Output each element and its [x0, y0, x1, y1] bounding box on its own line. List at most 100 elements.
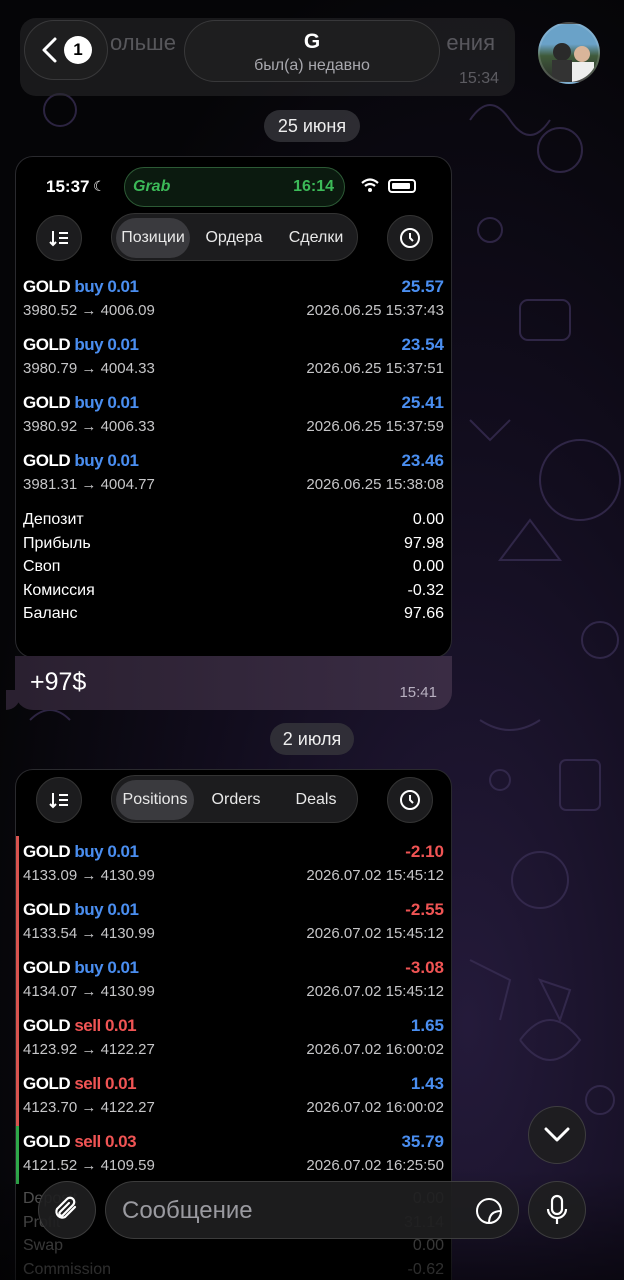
trade-profit: 25.57 [401, 277, 444, 296]
trade-profit: 1.65 [410, 1016, 444, 1035]
tab-orders[interactable]: Ордера [194, 218, 274, 258]
history-clock-icon [400, 790, 420, 810]
tab-positions[interactable]: Positions [116, 780, 194, 820]
summary-row: Депозит 0.00 [16, 509, 451, 533]
trade-row[interactable]: GOLD sell 0.01 1.65 4123.92 → 4122.27 2026.… [16, 1010, 451, 1068]
summary-value: 97.66 [403, 605, 444, 623]
grab-logo: Grab [133, 178, 171, 195]
sticker-icon[interactable] [474, 1196, 504, 1226]
grab-live-activity: Grab 16:14 [124, 167, 345, 207]
history-button[interactable] [387, 215, 433, 261]
trade-indicator-bar [16, 894, 19, 952]
trade-profit: 1.43 [410, 1074, 444, 1093]
history-clock-icon [400, 228, 420, 248]
scroll-down-button[interactable] [528, 1106, 586, 1164]
chevron-left-icon [42, 37, 57, 63]
trade-side: buy [74, 393, 104, 412]
previous-message-time: 15:34 [458, 70, 499, 87]
trade-side: sell [74, 1016, 101, 1035]
trade-side: sell [74, 1132, 101, 1151]
trade-row[interactable]: GOLD buy 0.01 -3.08 4134.07 → 4130.99 2026.… [16, 952, 451, 1010]
trade-prices: 3981.31 → 4004.77 [23, 476, 155, 493]
trade-profit: 25.41 [401, 393, 444, 412]
trade-symbol: GOLD sell 0.01 [23, 1074, 137, 1093]
trade-row[interactable]: GOLD sell 0.01 1.43 4123.70 → 4122.27 2026.… [16, 1068, 451, 1126]
trade-lot: 0.01 [107, 335, 139, 354]
trade-prices: 4123.92 → 4122.27 [23, 1041, 155, 1058]
trade-profit: 23.46 [401, 451, 444, 470]
trade-profit: -2.55 [405, 900, 444, 919]
summary-value: 0.00 [412, 511, 444, 528]
trade-lot: 0.03 [104, 1132, 137, 1151]
summary-label: Своп [23, 558, 61, 576]
sort-icon [49, 231, 68, 247]
back-button[interactable]: 1 [24, 20, 108, 80]
message-input-container [105, 1181, 519, 1239]
summary-row: Своп 0.00 [16, 556, 451, 580]
date-separator-2: 2 июля [270, 723, 354, 755]
trade-symbol: GOLD sell 0.03 [23, 1132, 137, 1151]
summary-row: Баланс 97.66 [16, 603, 451, 627]
trade-datetime: 2026.07.02 16:00:02 [306, 1099, 444, 1116]
trade-row[interactable]: GOLD buy 0.01 23.54 3980.79 → 4004.33 2026.… [16, 329, 451, 387]
trade-row[interactable]: GOLD buy 0.01 23.46 3981.31 → 4004.77 2026.… [16, 445, 451, 503]
history-button[interactable] [387, 777, 433, 823]
trade-prices: 4133.09 → 4130.99 [23, 867, 155, 884]
avatar[interactable] [538, 22, 600, 84]
chevron-down-icon [544, 1127, 570, 1142]
battery-icon [388, 179, 416, 193]
trade-indicator-bar [16, 836, 19, 894]
trade-prices: 3980.92 → 4006.33 [23, 418, 155, 435]
trade-indicator-bar [16, 1010, 19, 1068]
trade-symbol: GOLD sell 0.01 [23, 1016, 137, 1035]
screenshot-message-1[interactable]: 15:37 ☾ Grab 16:14 Позиции Ордера Сделки… [15, 156, 452, 658]
trade-prices: 3980.52 → 4006.09 [23, 302, 155, 319]
trade-lot: 0.01 [104, 1016, 137, 1035]
trade-prices: 4134.07 → 4130.99 [23, 983, 155, 1000]
tab-positions[interactable]: Позиции [116, 218, 190, 258]
chat-title[interactable]: G был(а) недавно [184, 20, 440, 82]
trade-row[interactable]: GOLD buy 0.01 -2.10 4133.09 → 4130.99 2026.… [16, 836, 451, 894]
sort-icon [49, 793, 68, 809]
trade-lot: 0.01 [107, 277, 139, 296]
contact-name: G [303, 30, 321, 53]
trade-prices: 3980.79 → 4004.33 [23, 360, 155, 377]
trade-datetime: 2026.06.25 15:37:59 [306, 418, 444, 435]
summary-value: 0.00 [412, 558, 444, 576]
contact-status: был(а) недавно [254, 57, 370, 74]
trade-symbol: GOLD buy 0.01 [23, 900, 139, 919]
trade-datetime: 2026.07.02 15:45:12 [306, 983, 444, 1000]
message-input[interactable] [122, 1192, 452, 1230]
tab-deals[interactable]: Deals [278, 780, 354, 820]
trade-profit: 23.54 [401, 335, 444, 354]
microphone-icon [546, 1194, 568, 1224]
voice-button[interactable] [528, 1181, 586, 1239]
summary-value: 97.98 [403, 534, 444, 552]
trade-symbol: GOLD buy 0.01 [23, 393, 139, 412]
tab-bar: Позиции Ордера Сделки [16, 213, 451, 271]
trade-datetime: 2026.06.25 15:37:43 [306, 302, 444, 319]
trade-profit: 35.79 [401, 1132, 444, 1151]
attach-button[interactable] [38, 1181, 96, 1239]
trade-lot: 0.01 [107, 900, 139, 919]
message-caption[interactable]: +97$ 15:41 [15, 656, 452, 710]
sort-button[interactable] [36, 215, 82, 261]
summary-label: Депозит [23, 511, 84, 528]
message-time: 15:41 [399, 684, 437, 701]
trade-side: buy [74, 451, 104, 470]
trade-row[interactable]: GOLD buy 0.01 -2.55 4133.54 → 4130.99 2026.… [16, 894, 451, 952]
segmented-control: Позиции Ордера Сделки [111, 213, 358, 261]
trade-side: sell [74, 1074, 101, 1093]
trade-indicator-bar [16, 952, 19, 1010]
trade-symbol: GOLD buy 0.01 [23, 277, 139, 296]
trade-row[interactable]: GOLD buy 0.01 25.57 3980.52 → 4006.09 2026.… [16, 271, 451, 329]
sort-button[interactable] [36, 777, 82, 823]
trade-list: GOLD buy 0.01 -2.10 4133.09 → 4130.99 2026.… [16, 836, 451, 1184]
trade-indicator-bar [16, 1068, 19, 1126]
tab-deals[interactable]: Сделки [278, 218, 354, 258]
trade-prices: 4133.54 → 4130.99 [23, 925, 155, 942]
trade-lot: 0.01 [107, 393, 139, 412]
trade-row[interactable]: GOLD buy 0.01 25.41 3980.92 → 4006.33 2026.… [16, 387, 451, 445]
trade-datetime: 2026.06.25 15:38:08 [306, 476, 444, 493]
tab-orders[interactable]: Orders [198, 780, 274, 820]
